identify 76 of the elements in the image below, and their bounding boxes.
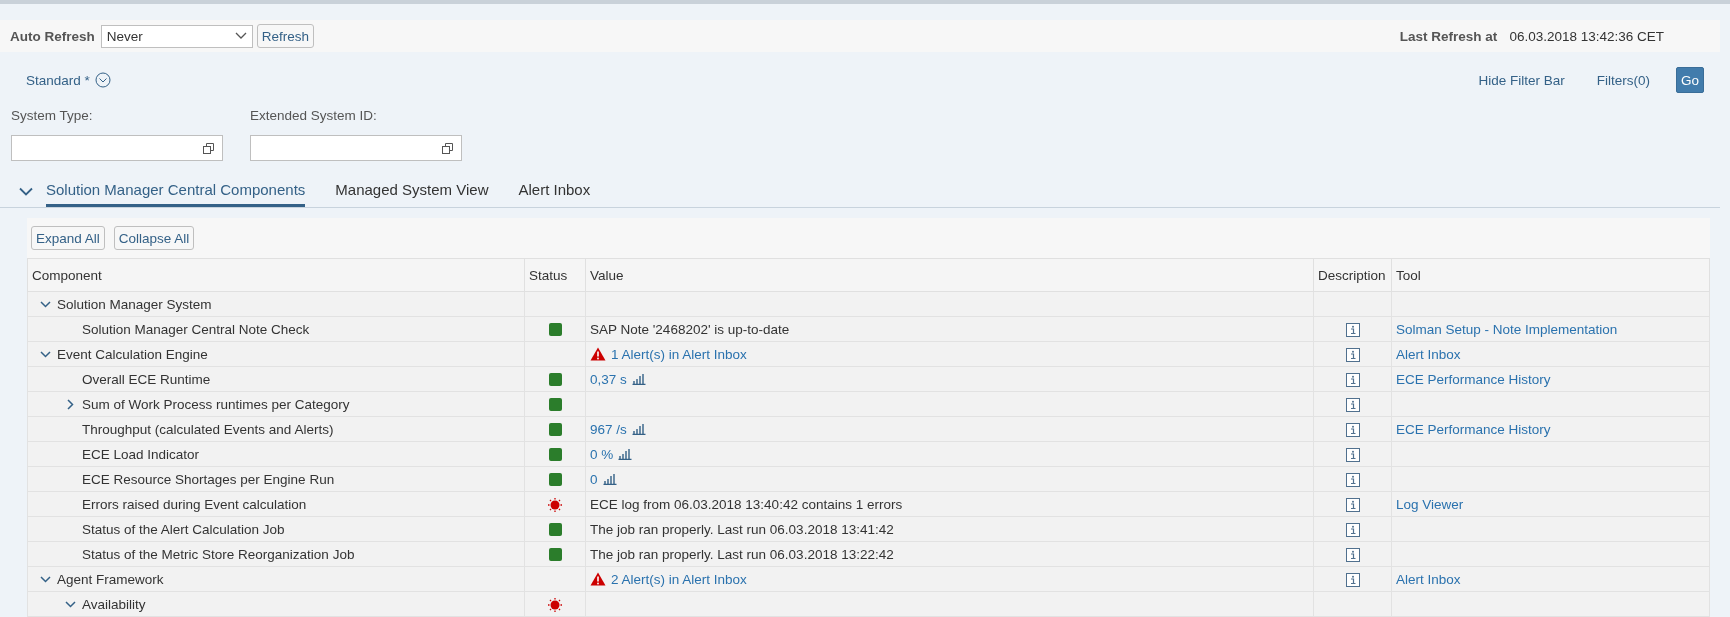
- value-text: The job ran properly. Last run 06.03.2018 13:22:42: [590, 546, 894, 562]
- component-name: Solution Manager Central Note Check: [82, 321, 310, 337]
- metric-value-link[interactable]: 0,37 s: [590, 371, 627, 387]
- variant-selector[interactable]: Standard *: [26, 72, 111, 88]
- component-name: Overall ECE Runtime: [82, 371, 211, 387]
- chevron-circle-icon[interactable]: [94, 72, 111, 88]
- warning-triangle-icon: [590, 347, 606, 362]
- info-icon[interactable]: [1345, 447, 1360, 462]
- info-icon[interactable]: [1345, 322, 1360, 337]
- filter-input[interactable]: [250, 135, 462, 161]
- warning-triangle-icon: [590, 572, 606, 587]
- column-header[interactable]: Value: [585, 258, 1314, 292]
- metric-value-link[interactable]: 0: [590, 471, 598, 487]
- metric-value-link[interactable]: 0 %: [590, 446, 614, 462]
- table-toolbar-button[interactable]: Expand All: [31, 226, 105, 250]
- expanded-chevron-icon[interactable]: [39, 300, 51, 308]
- column-header[interactable]: Status: [524, 258, 586, 292]
- bar-chart-icon[interactable]: [618, 448, 633, 461]
- tab[interactable]: Alert Inbox: [518, 181, 591, 207]
- tab[interactable]: Solution Manager Central Components: [46, 181, 306, 207]
- expanded-chevron-icon[interactable]: [39, 575, 51, 583]
- component-name: ECE Resource Shortages per Engine Run: [82, 471, 335, 487]
- value-text: ECE log from 06.03.2018 13:40:42 contains 1 errors: [590, 496, 903, 512]
- value-help-icon: [442, 142, 453, 154]
- component-name: ECE Load Indicator: [82, 446, 200, 462]
- alert-link[interactable]: 1 Alert(s) in Alert Inbox: [611, 346, 747, 362]
- component-name: Agent Framework: [57, 571, 164, 587]
- component-name: Status of the Metric Store Reorganization Job: [82, 546, 355, 562]
- column-header[interactable]: Tool: [1391, 258, 1710, 292]
- alert-link[interactable]: 2 Alert(s) in Alert Inbox: [611, 571, 747, 587]
- info-icon[interactable]: [1345, 547, 1360, 562]
- bar-chart-icon[interactable]: [631, 423, 646, 436]
- filter-bar-link[interactable]: Filters(0): [1596, 72, 1650, 88]
- info-icon[interactable]: [1345, 347, 1360, 362]
- component-name: Availability: [82, 596, 146, 612]
- value-text: SAP Note '2468202' is up-to-date: [590, 321, 790, 337]
- filter-bar-link[interactable]: Hide Filter Bar: [1478, 72, 1565, 88]
- component-name: Status of the Alert Calculation Job: [82, 521, 285, 537]
- info-icon[interactable]: [1345, 497, 1360, 512]
- tool-link[interactable]: Log Viewer: [1396, 496, 1464, 512]
- collapsed-chevron-icon[interactable]: [66, 398, 74, 410]
- last-refresh-value: 06.03.2018 13:42:36 CET: [1509, 28, 1664, 44]
- info-icon[interactable]: [1345, 572, 1360, 587]
- bar-chart-icon[interactable]: [602, 473, 617, 486]
- component-name: Solution Manager System: [57, 296, 212, 312]
- refresh-button[interactable]: Refresh: [256, 24, 315, 48]
- bar-chart-icon[interactable]: [631, 373, 646, 386]
- column-header[interactable]: Component: [27, 258, 525, 292]
- filter-input[interactable]: [11, 135, 223, 161]
- chevron-down-icon: [234, 32, 247, 40]
- tool-link[interactable]: Alert Inbox: [1396, 346, 1461, 362]
- component-name: Sum of Work Process runtimes per Category: [82, 396, 350, 412]
- column-header[interactable]: Description: [1313, 258, 1392, 292]
- info-icon[interactable]: [1345, 522, 1360, 537]
- filter-label: Extended System ID:: [250, 108, 378, 123]
- info-icon[interactable]: [1345, 372, 1360, 387]
- last-refresh-label: Last Refresh at: [1399, 28, 1498, 44]
- value-help-icon: [203, 142, 214, 154]
- info-icon[interactable]: [1345, 422, 1360, 437]
- collapse-chevron-icon[interactable]: [19, 187, 33, 196]
- component-name: Throughput (calculated Events and Alerts): [82, 421, 334, 437]
- auto-refresh-dropdown[interactable]: Never: [100, 24, 253, 48]
- tool-link[interactable]: Alert Inbox: [1396, 571, 1461, 587]
- tab[interactable]: Managed System View: [335, 181, 489, 207]
- go-button[interactable]: Go: [1676, 67, 1704, 93]
- expanded-chevron-icon[interactable]: [64, 600, 76, 608]
- info-icon[interactable]: [1345, 397, 1360, 412]
- filter-label: System Type:: [11, 108, 94, 123]
- info-icon[interactable]: [1345, 472, 1360, 487]
- component-name: Errors raised during Event calculation: [82, 496, 307, 512]
- metric-value-link[interactable]: 967 /s: [590, 421, 627, 437]
- component-name: Event Calculation Engine: [57, 346, 208, 362]
- value-text: The job ran properly. Last run 06.03.2018 13:41:42: [590, 521, 894, 537]
- expanded-chevron-icon[interactable]: [39, 350, 51, 358]
- table-toolbar-button[interactable]: Collapse All: [113, 226, 195, 250]
- auto-refresh-label: Auto Refresh: [10, 28, 95, 44]
